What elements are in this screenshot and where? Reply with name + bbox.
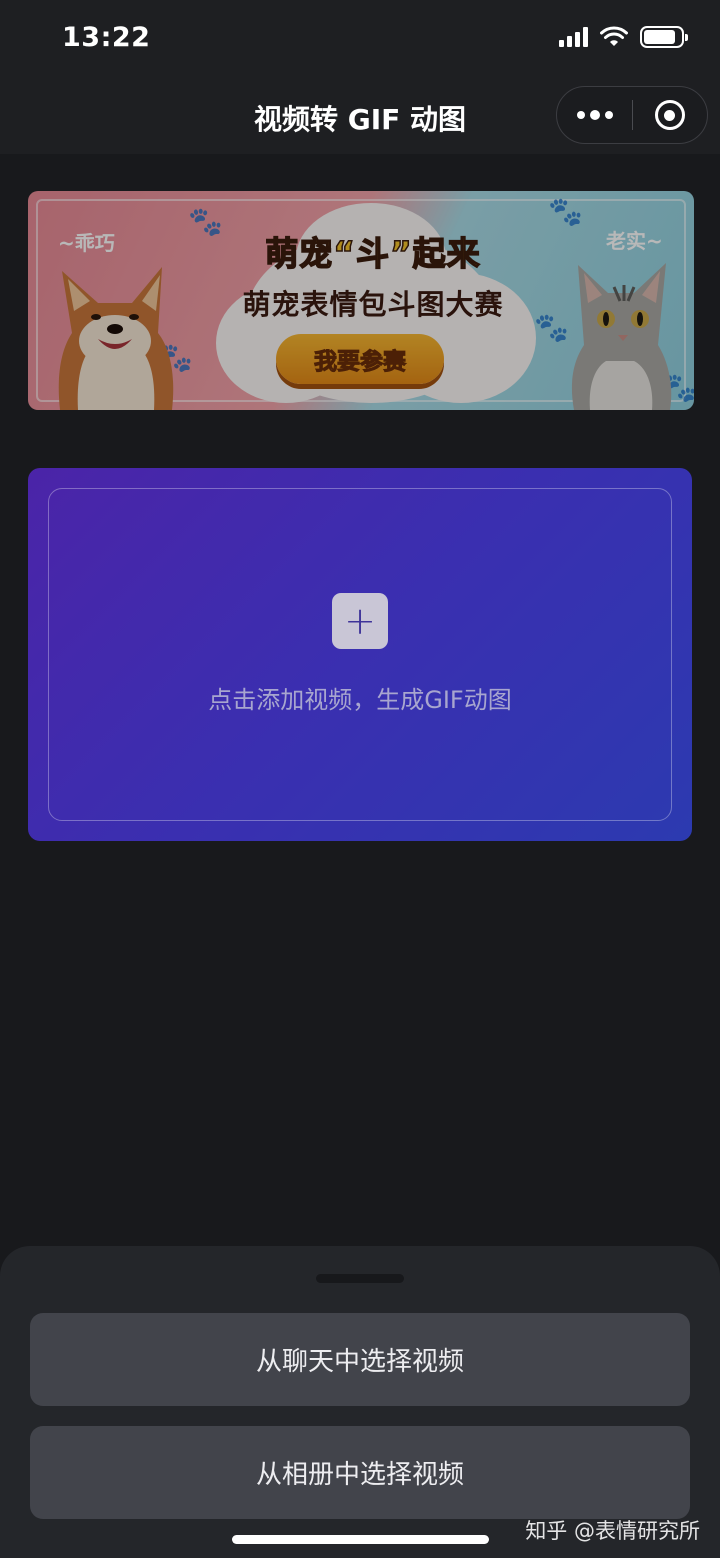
choose-from-chat-button[interactable]: 从聊天中选择视频 (30, 1313, 690, 1406)
battery-level (644, 30, 675, 44)
more-dots-icon[interactable] (557, 87, 632, 143)
banner-right-tag: 老实~ (606, 229, 663, 253)
action-sheet: 从聊天中选择视频 从相册中选择视频 (0, 1246, 720, 1558)
battery-icon (640, 26, 688, 48)
promo-banner[interactable]: 🐾 🐾 🐾 🐾 🐾 ~乖巧 老实~ 萌宠“斗”起来 萌宠表情包斗图大赛 我要参赛 (28, 191, 694, 410)
paw-icon: 🐾 (548, 195, 583, 228)
target-close-icon[interactable] (633, 87, 707, 143)
banner-subheadline: 萌宠表情包斗图大赛 (242, 288, 504, 321)
mini-program-capsule (556, 86, 708, 144)
shiba-dog-image (58, 267, 174, 410)
status-time: 13:22 (62, 22, 151, 53)
cellular-signal-icon (559, 27, 588, 47)
nav-bar: 视频转 GIF 动图 (0, 80, 720, 154)
add-video-card[interactable]: + 点击添加视频，生成GIF动图 (28, 468, 692, 841)
banner-left-tag: ~乖巧 (58, 231, 115, 255)
home-indicator[interactable] (232, 1535, 489, 1544)
status-bar: 13:22 (0, 0, 720, 80)
join-contest-button[interactable]: 我要参赛 (276, 334, 444, 384)
plus-icon[interactable]: + (332, 593, 388, 649)
cat-image (571, 263, 672, 410)
upload-dropzone-border (48, 488, 672, 821)
choose-from-album-button[interactable]: 从相册中选择视频 (30, 1426, 690, 1519)
add-video-hint: 点击添加视频，生成GIF动图 (208, 686, 512, 714)
sheet-drag-handle[interactable] (316, 1274, 404, 1283)
status-icons (559, 26, 688, 48)
wifi-icon (600, 26, 628, 46)
watermark-text: 知乎 @表情研究所 (525, 1519, 700, 1543)
banner-headline: 萌宠“斗”起来 (265, 233, 481, 274)
